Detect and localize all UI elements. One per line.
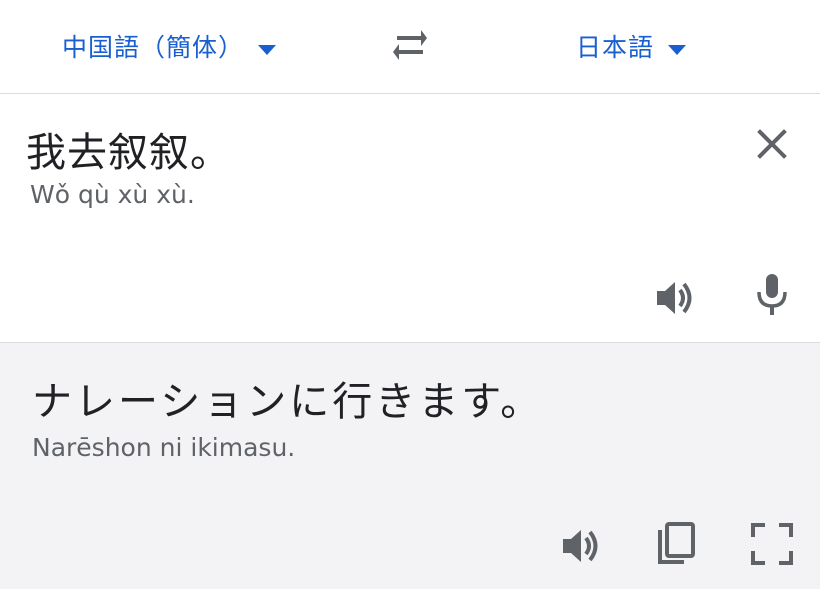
source-language-label: 中国語（簡体） [62, 33, 245, 62]
language-bar: 中国語（簡体） 日本語 [0, 0, 820, 94]
target-language-selector[interactable]: 日本語 [576, 30, 687, 62]
fullscreen-button[interactable] [750, 522, 794, 566]
translation-transliteration: Narēshon ni ikimasu. [32, 433, 296, 462]
listen-source-button[interactable] [654, 276, 698, 320]
translation-text: ナレーションに行きます。 [32, 379, 544, 425]
swap-arrows-icon [393, 30, 427, 60]
translation-panel: ナレーションに行きます。 Narēshon ni ikimasu. [0, 343, 820, 589]
speaker-icon [563, 530, 598, 562]
speaker-icon [657, 282, 692, 314]
copy-translation-button[interactable] [654, 522, 698, 566]
close-icon [757, 129, 787, 159]
caret-down-icon [668, 32, 687, 61]
clear-input-button[interactable] [752, 124, 792, 164]
listen-translation-button[interactable] [560, 524, 604, 568]
copy-icon [658, 522, 695, 564]
source-transliteration: Wǒ qù xù xù. [30, 180, 195, 209]
caret-down-icon [258, 32, 277, 61]
fullscreen-icon [751, 523, 793, 565]
source-language-selector[interactable]: 中国語（簡体） [62, 30, 277, 62]
microphone-button[interactable] [750, 272, 794, 316]
swap-languages-button[interactable] [389, 26, 431, 64]
microphone-icon [757, 274, 787, 315]
source-text[interactable]: 我去叙叙。 [26, 120, 231, 178]
target-language-label: 日本語 [576, 33, 655, 62]
source-panel[interactable]: 我去叙叙。 Wǒ qù xù xù. [0, 94, 820, 343]
